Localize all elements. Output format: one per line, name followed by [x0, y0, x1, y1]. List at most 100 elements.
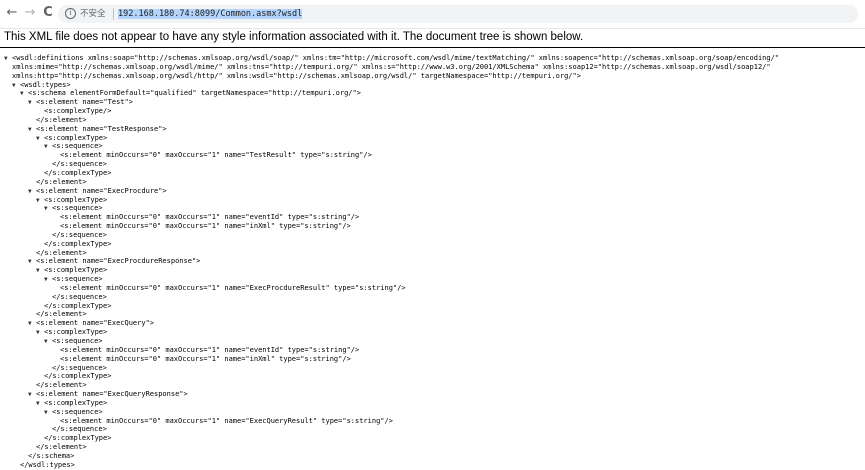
xml-line-text: <s:sequence> [52, 407, 103, 416]
xml-line: </s:sequence> [4, 231, 864, 240]
xml-line: </s:sequence> [4, 293, 864, 302]
xml-line-text: <s:element minOccurs="0" maxOccurs="1" n… [60, 354, 351, 363]
xml-line: </s:complexType> [4, 240, 864, 249]
xml-line: ▼ <s:element name="TestResponse"> [4, 125, 864, 134]
url-text[interactable]: 192.168.180.74:8099/Common.asmx?wsdl [118, 8, 303, 20]
xml-line: </s:element> [4, 249, 864, 258]
xml-line: </s:sequence> [4, 160, 864, 169]
expand-triangle-icon[interactable]: ▼ [36, 329, 44, 337]
xml-line-text: <s:element minOccurs="0" maxOccurs="1" n… [60, 213, 360, 222]
expand-triangle-icon[interactable]: ▼ [44, 143, 52, 151]
xml-line: </s:element> [4, 178, 864, 187]
reload-icon[interactable]: C [40, 5, 56, 21]
xml-line-text: xmlns:mime="http://schemas.xmlsoap.org/w… [12, 62, 771, 71]
expand-triangle-icon[interactable]: ▼ [28, 391, 36, 399]
xml-line: </s:sequence> [4, 425, 864, 434]
xml-line: <s:element minOccurs="0" maxOccurs="1" n… [4, 284, 864, 293]
xml-line: ▼ <s:sequence> [4, 142, 864, 151]
xml-line-text: <s:complexType> [44, 195, 108, 204]
expand-triangle-icon[interactable]: ▼ [36, 267, 44, 275]
xml-line: ▼ <s:sequence> [4, 408, 864, 417]
address-separator [113, 8, 114, 20]
url-selection[interactable]: 192.168.180.74:8099/Common.asmx?wsdl [118, 9, 303, 19]
xml-line-text: </s:element> [36, 443, 87, 452]
xml-line: </s:sequence> [4, 364, 864, 373]
expand-triangle-icon[interactable]: ▼ [12, 82, 20, 90]
expand-triangle-icon[interactable]: ▼ [28, 258, 36, 266]
xml-style-notice: This XML file does not appear to have an… [4, 31, 584, 43]
xml-line-text: <s:complexType> [44, 133, 108, 142]
xml-line-text: </s:complexType> [44, 301, 112, 310]
xml-line: <s:element minOccurs="0" maxOccurs="1" n… [4, 355, 864, 364]
xml-tree: ▼ <wsdl:definitions xmlns:soap="http://sc… [4, 54, 864, 470]
xml-line: <s:element minOccurs="0" maxOccurs="1" n… [4, 417, 864, 426]
expand-triangle-icon[interactable]: ▼ [36, 400, 44, 408]
xml-line-text: </s:complexType> [44, 372, 112, 381]
xml-line-text: <s:element minOccurs="0" maxOccurs="1" n… [60, 283, 406, 292]
xml-line-text: <s:element name="Test"> [36, 98, 133, 107]
xml-line: ▼ <wsdl:definitions xmlns:soap="http://sc… [4, 54, 864, 63]
expand-triangle-icon[interactable]: ▼ [36, 197, 44, 205]
xml-line-text: </s:element> [36, 177, 87, 186]
xml-line: ▼ <s:element name="ExecProcdureResponse"> [4, 257, 864, 266]
xml-line: ▼ <s:complexType> [4, 196, 864, 205]
xml-line: ▼ <s:sequence> [4, 275, 864, 284]
expand-triangle-icon[interactable]: ▼ [44, 205, 52, 213]
xml-line: </s:element> [4, 381, 864, 390]
xml-line-text: </wsdl:types> [20, 460, 75, 469]
xml-line-text: <s:element name="TestResponse"> [36, 124, 167, 133]
forward-arrow-icon[interactable]: → [22, 5, 38, 21]
xml-line-text: <s:complexType> [44, 328, 108, 337]
xml-line-text: </s:element> [36, 310, 87, 319]
expand-triangle-icon[interactable]: ▼ [44, 338, 52, 346]
xml-line: </s:schema> [4, 452, 864, 461]
xml-line-text: </s:sequence> [52, 292, 107, 301]
address-bar[interactable]: i 不安全 192.168.180.74:8099/Common.asmx?ws… [58, 5, 858, 23]
xml-line-text: </s:complexType> [44, 168, 112, 177]
xml-line: <s:element minOccurs="0" maxOccurs="1" n… [4, 346, 864, 355]
xml-line: <s:complexType/> [4, 107, 864, 116]
expand-triangle-icon[interactable]: ▼ [4, 55, 12, 63]
xml-line: <s:element minOccurs="0" maxOccurs="1" n… [4, 151, 864, 160]
expand-triangle-icon[interactable]: ▼ [28, 99, 36, 107]
xml-line-text: </s:schema> [28, 451, 75, 460]
xml-line-text: </s:sequence> [52, 363, 107, 372]
xml-line-text: </s:sequence> [52, 230, 107, 239]
back-arrow-icon[interactable]: ← [4, 5, 20, 21]
xml-line: ▼ <wsdl:types> [4, 81, 864, 90]
xml-line-text: <s:element minOccurs="0" maxOccurs="1" n… [60, 416, 393, 425]
expand-triangle-icon[interactable]: ▼ [28, 126, 36, 134]
info-icon[interactable]: i [65, 8, 76, 19]
xml-line: <s:element minOccurs="0" maxOccurs="1" n… [4, 222, 864, 231]
xml-line: </s:complexType> [4, 372, 864, 381]
expand-triangle-icon[interactable]: ▼ [20, 90, 28, 98]
xml-line: </s:element> [4, 443, 864, 452]
xml-line: <s:element minOccurs="0" maxOccurs="1" n… [4, 213, 864, 222]
xml-line-text: <s:sequence> [52, 337, 103, 345]
xml-line-text: </s:element> [36, 248, 87, 257]
xml-line: ▼ <s:element name="ExecQuery"> [4, 319, 864, 328]
xml-line-text: <s:element minOccurs="0" maxOccurs="1" n… [60, 151, 372, 160]
xml-line: </s:element> [4, 116, 864, 125]
expand-triangle-icon[interactable]: ▼ [28, 320, 36, 328]
xml-line-text: <s:complexType> [44, 266, 108, 275]
xml-line-text: <s:complexType/> [44, 107, 112, 116]
xml-line: xmlns:mime="http://schemas.xmlsoap.org/w… [4, 63, 864, 72]
xml-line: ▼ <s:sequence> [4, 204, 864, 213]
expand-triangle-icon[interactable]: ▼ [44, 409, 52, 417]
xml-line: </s:complexType> [4, 434, 864, 443]
security-label[interactable]: 不安全 [80, 8, 106, 20]
xml-line-text: </s:complexType> [44, 434, 112, 443]
xml-line: ▼ <s:complexType> [4, 266, 864, 275]
xml-line: ▼ <s:schema elementFormDefault="qualified… [4, 89, 864, 98]
expand-triangle-icon[interactable]: ▼ [44, 276, 52, 284]
xml-line-text: <wsdl:definitions xmlns:soap="http://sch… [12, 54, 780, 62]
expand-triangle-icon[interactable]: ▼ [28, 188, 36, 196]
expand-triangle-icon[interactable]: ▼ [36, 135, 44, 143]
xml-line-text: <s:element name="ExecProcdureResponse"> [36, 257, 201, 266]
xml-line-text: <s:element name="ExecQuery"> [36, 319, 155, 328]
xml-line: </s:element> [4, 310, 864, 319]
xml-line-text: </s:sequence> [52, 425, 107, 434]
xml-line: </s:complexType> [4, 302, 864, 311]
xml-line-text: <s:element minOccurs="0" maxOccurs="1" n… [60, 222, 351, 231]
